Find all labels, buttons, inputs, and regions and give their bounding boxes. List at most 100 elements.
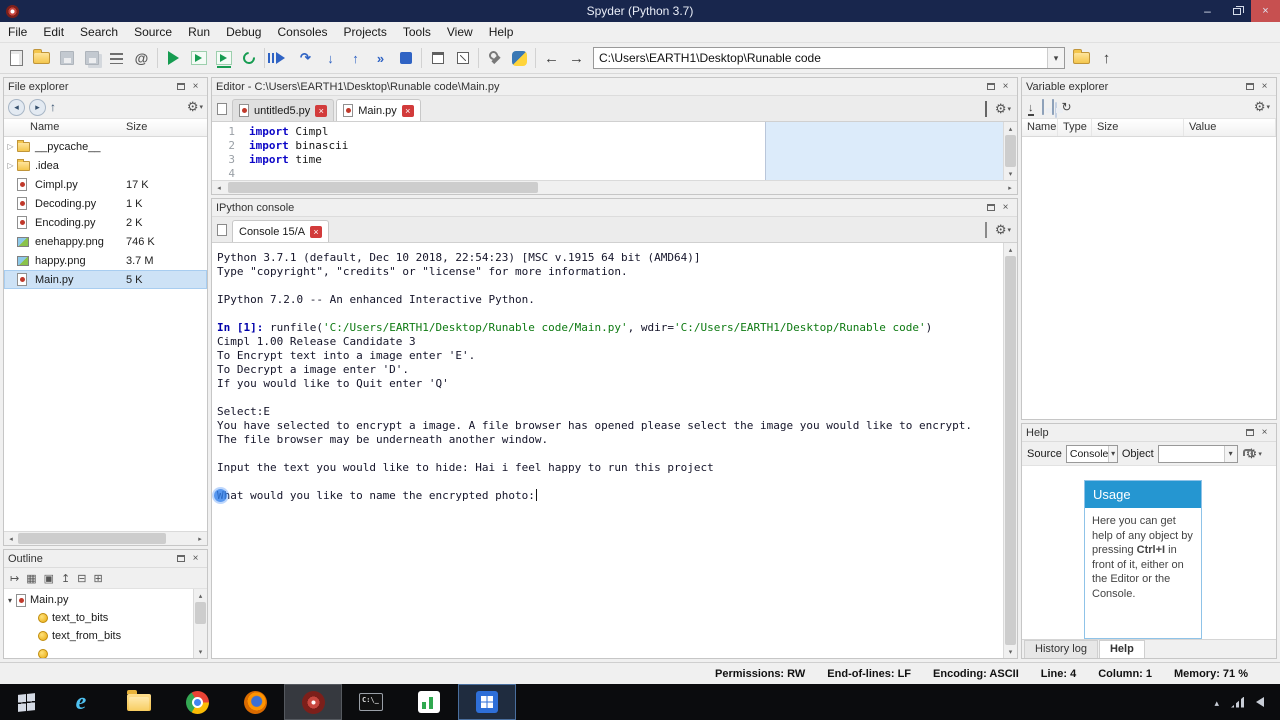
collapse-arrow-icon[interactable]: ▾	[8, 596, 12, 605]
outline-item[interactable]: text_to_bits	[4, 609, 193, 627]
outline-item[interactable]: text_from_bits	[4, 627, 193, 645]
taskbar-firefox-button[interactable]	[226, 684, 284, 720]
file-row[interactable]: ▷ .idea	[4, 156, 207, 175]
run-button[interactable]	[161, 45, 186, 71]
group-cells-button[interactable]: ▦	[26, 572, 36, 585]
next-button[interactable]: ▸	[29, 98, 46, 116]
clear-console-button[interactable]	[984, 221, 987, 238]
scrollbar-thumb[interactable]	[195, 602, 206, 624]
menu-file[interactable]: File	[0, 22, 35, 42]
close-tab-icon[interactable]: ×	[315, 104, 328, 117]
fullscreen-button[interactable]	[450, 45, 475, 71]
stop-debug-button[interactable]	[393, 45, 418, 71]
taskbar-green-app-button[interactable]	[400, 684, 458, 720]
scroll-up-icon[interactable]: ▴	[1004, 243, 1018, 256]
scroll-left-icon[interactable]: ◂	[212, 181, 226, 194]
debug-button[interactable]	[268, 45, 293, 71]
next-button[interactable]: →	[564, 45, 589, 71]
scrollbar-thumb[interactable]	[228, 182, 538, 193]
file-row[interactable]: Cimpl.py 17 K	[4, 175, 207, 194]
undock-pane-button[interactable]	[983, 80, 998, 94]
taskbar-internet-explorer-button[interactable]	[52, 684, 110, 720]
tab-help[interactable]: Help	[1098, 640, 1145, 658]
scrollbar-track[interactable]	[1004, 256, 1017, 645]
maximize-pane-button[interactable]	[425, 45, 450, 71]
continue-button[interactable]: »	[368, 45, 393, 71]
close-button[interactable]: ×	[1251, 0, 1280, 22]
restore-button[interactable]	[1222, 0, 1251, 22]
file-switcher-button[interactable]	[104, 45, 129, 71]
save-data-as-button[interactable]	[1051, 99, 1054, 115]
undock-pane-button[interactable]	[1242, 426, 1257, 440]
close-pane-button[interactable]: ×	[188, 552, 203, 566]
fullpath-button[interactable]: ▣	[44, 572, 54, 585]
combo-dropdown-icon[interactable]: ▾	[1047, 48, 1064, 68]
taskbar-blue-app-button[interactable]	[458, 684, 516, 720]
vertical-scrollbar[interactable]: ▴ ▾	[1003, 122, 1017, 180]
preferences-button[interactable]	[482, 45, 507, 71]
close-tab-icon[interactable]: ×	[401, 104, 414, 117]
expand-all-button[interactable]: ⊞	[93, 572, 102, 585]
back-button[interactable]: ←	[539, 45, 564, 71]
options-menu-button[interactable]: ⚙▾	[995, 101, 1011, 117]
console-output[interactable]: Python 3.7.1 (default, Dec 10 2018, 22:5…	[212, 243, 1003, 658]
menu-consoles[interactable]: Consoles	[269, 22, 335, 42]
file-row[interactable]: ▷ __pycache__	[4, 137, 207, 156]
outline-root[interactable]: ▾ Main.py	[4, 591, 193, 609]
run-cell-advance-button[interactable]	[211, 45, 236, 71]
menu-edit[interactable]: Edit	[35, 22, 72, 42]
save-button[interactable]	[54, 45, 79, 71]
close-pane-button[interactable]: ×	[1257, 80, 1272, 94]
menu-projects[interactable]: Projects	[336, 22, 395, 42]
editor-tab[interactable]: untitled5.py ×	[232, 99, 335, 121]
column-header-name[interactable]: Name	[1022, 119, 1058, 136]
taskbar-start-button[interactable]	[0, 684, 52, 720]
file-row[interactable]: Decoding.py 1 K	[4, 194, 207, 213]
vertical-scrollbar[interactable]: ▴ ▾	[193, 589, 207, 658]
menu-source[interactable]: Source	[126, 22, 180, 42]
scrollbar-thumb[interactable]	[18, 533, 166, 544]
scroll-right-icon[interactable]: ▸	[1003, 181, 1017, 194]
taskbar-spyder-button[interactable]	[284, 684, 342, 720]
open-file-button[interactable]	[29, 45, 54, 71]
refresh-button[interactable]: ↻	[1062, 100, 1072, 114]
undock-pane-button[interactable]	[983, 201, 998, 215]
scrollbar-thumb[interactable]	[1005, 135, 1016, 167]
browse-directory-button[interactable]	[1069, 45, 1094, 71]
pythonpath-button[interactable]	[507, 45, 532, 71]
taskbar-chrome-button[interactable]	[168, 684, 226, 720]
close-pane-button[interactable]: ×	[998, 80, 1013, 94]
editor-body[interactable]: 1 import Cimpl 2 import binascii 3 import tim…	[212, 122, 1017, 180]
parent-button[interactable]: ↑	[50, 100, 56, 114]
step-over-button[interactable]: ↷	[293, 45, 318, 71]
taskbar-terminal-button[interactable]	[342, 684, 400, 720]
column-header-value[interactable]: Value	[1184, 119, 1276, 136]
vertical-scrollbar[interactable]: ▴ ▾	[1003, 243, 1017, 658]
scroll-up-icon[interactable]: ▴	[1004, 122, 1018, 135]
column-header-name[interactable]: Name	[30, 121, 59, 133]
new-file-button[interactable]	[4, 45, 29, 71]
step-into-button[interactable]: ↓	[318, 45, 343, 71]
scrollbar-track[interactable]	[18, 532, 193, 545]
expand-arrow-icon[interactable]: ▷	[4, 142, 17, 151]
scroll-right-icon[interactable]: ▸	[193, 532, 207, 545]
split-pane-button[interactable]	[984, 100, 987, 117]
collapse-all-button[interactable]: ⊟	[77, 572, 86, 585]
scroll-down-icon[interactable]: ▾	[194, 645, 208, 658]
expand-arrow-icon[interactable]: ▷	[4, 161, 17, 170]
go-to-cursor-button[interactable]: ↥	[61, 572, 70, 585]
run-cell-button[interactable]	[186, 45, 211, 71]
object-select[interactable]: ▾	[1157, 444, 1238, 463]
menu-run[interactable]: Run	[180, 22, 218, 42]
options-menu-button[interactable]: ⚙▾	[187, 99, 203, 115]
horizontal-scrollbar[interactable]: ◂ ▸	[212, 180, 1017, 194]
menu-debug[interactable]: Debug	[218, 22, 269, 42]
menu-view[interactable]: View	[439, 22, 481, 42]
previous-button[interactable]: ◂	[8, 98, 25, 116]
working-directory-input[interactable]	[594, 48, 1047, 68]
scroll-down-icon[interactable]: ▾	[1004, 645, 1018, 658]
undock-pane-button[interactable]	[1242, 80, 1257, 94]
file-row[interactable]: enehappy.png 746 K	[4, 232, 207, 251]
save-data-button[interactable]	[1041, 99, 1044, 115]
editor-tab[interactable]: Main.py ×	[336, 99, 421, 121]
